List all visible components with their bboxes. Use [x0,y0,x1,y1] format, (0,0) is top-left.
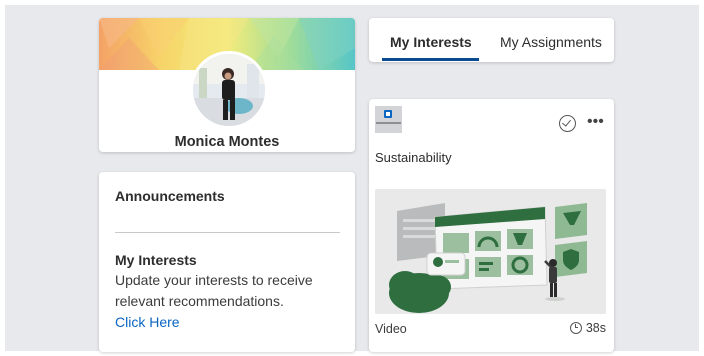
completed-check-icon[interactable] [559,115,576,132]
divider [115,232,340,233]
course-type: Video [375,322,407,336]
course-card[interactable]: ••• Sustainability Video 38s [369,99,614,352]
announcements-title: Announcements [115,188,225,204]
sustainability-illustration [375,189,606,314]
tab-my-assignments[interactable]: My Assignments [500,34,602,50]
click-here-link[interactable]: Click Here [115,314,180,330]
course-thumbnail[interactable] [375,189,606,314]
course-duration: 38s [569,321,606,335]
avatar[interactable] [190,51,268,129]
tab-bar: My Interests My Assignments [369,18,614,62]
profile-name: Monica Montes [174,134,280,150]
course-title[interactable]: Sustainability [375,150,452,165]
linkedin-learning-logo-icon [375,106,402,133]
clock-icon [569,322,582,334]
active-tab-indicator [382,58,479,61]
announcements-card: Announcements My Interests Update your i… [99,172,355,352]
avatar-photo [193,54,265,126]
announcement-heading: My Interests [115,252,197,268]
duration-value: 38s [585,321,606,335]
more-options-icon[interactable]: ••• [587,113,604,131]
announcement-body: Update your interests to receive relevan… [115,272,313,309]
tab-my-interests[interactable]: My Interests [390,34,472,50]
profile-card: Monica Montes [99,18,355,152]
